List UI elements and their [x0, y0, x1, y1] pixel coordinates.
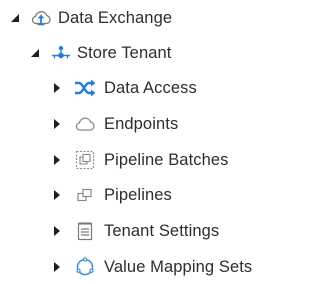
tree-node-label: Pipeline Batches — [104, 150, 229, 169]
tree-node-value-mapping-sets[interactable]: Value Mapping Sets — [0, 252, 252, 282]
collapsed-toggle-icon[interactable] — [51, 189, 63, 201]
expanded-toggle-icon[interactable] — [9, 12, 21, 24]
tree-node-pipelines[interactable]: Pipelines — [0, 180, 172, 210]
navigation-tree: Data Exchange Store Tenant Data Access E… — [0, 0, 267, 284]
tree-node-label: Value Mapping Sets — [104, 257, 253, 276]
collapsed-toggle-icon[interactable] — [51, 154, 63, 166]
cloud-outline-icon — [74, 113, 96, 135]
tree-node-label: Tenant Settings — [104, 221, 220, 240]
collapsed-toggle-icon[interactable] — [51, 225, 63, 237]
expanded-toggle-icon[interactable] — [29, 47, 41, 59]
collapsed-toggle-icon[interactable] — [51, 82, 63, 94]
tree-node-label: Pipelines — [104, 185, 172, 204]
tree-node-endpoints[interactable]: Endpoints — [0, 109, 178, 139]
tenant-node-icon — [50, 42, 72, 64]
notepad-icon — [74, 220, 96, 242]
tree-node-data-exchange[interactable]: Data Exchange — [0, 3, 172, 33]
collapsed-toggle-icon[interactable] — [51, 261, 63, 273]
tree-node-pipeline-batches[interactable]: Pipeline Batches — [0, 145, 229, 175]
tree-node-store-tenant[interactable]: Store Tenant — [0, 38, 171, 68]
cloud-sync-icon — [30, 7, 52, 29]
tree-node-label: Store Tenant — [77, 43, 172, 62]
tree-node-label: Data Exchange — [58, 8, 173, 27]
circle-dots-icon — [74, 256, 96, 278]
tree-node-data-access[interactable]: Data Access — [0, 73, 197, 103]
tree-node-label: Data Access — [104, 78, 197, 97]
pipelines-icon — [74, 184, 96, 206]
batch-icon — [74, 149, 96, 171]
shuffle-icon — [74, 77, 96, 99]
tree-node-tenant-settings[interactable]: Tenant Settings — [0, 216, 219, 246]
collapsed-toggle-icon[interactable] — [51, 118, 63, 130]
tree-node-label: Endpoints — [104, 114, 179, 133]
